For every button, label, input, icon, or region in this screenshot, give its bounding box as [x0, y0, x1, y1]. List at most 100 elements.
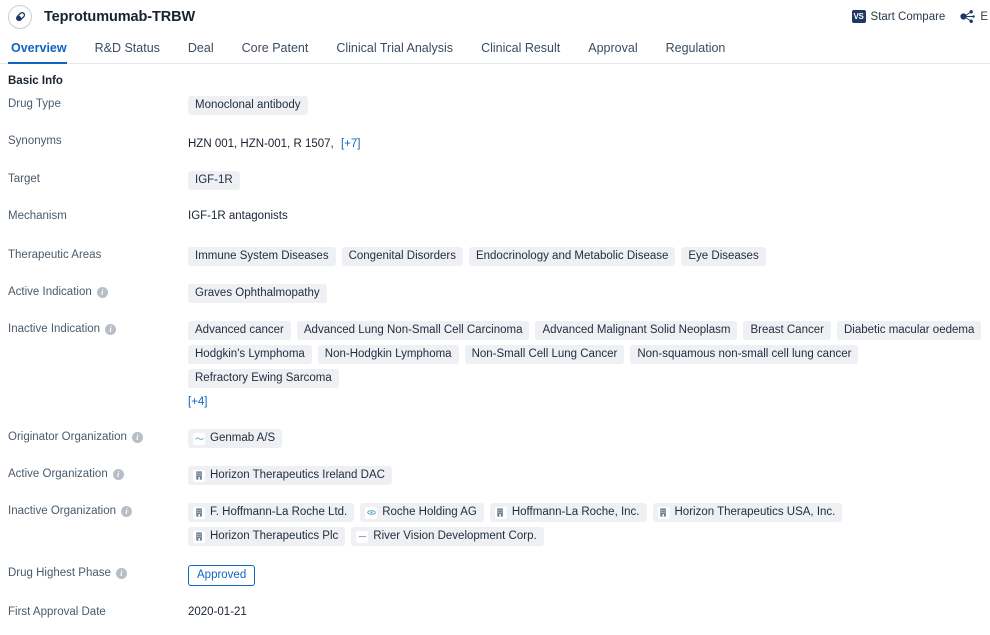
tag-inactive-indication[interactable]: Non-Hodgkin Lymphoma: [317, 345, 459, 364]
tag-inactive-indication[interactable]: Advanced Malignant Solid Neoplasm: [535, 321, 738, 340]
organization-name: F. Hoffmann-La Roche Ltd.: [210, 506, 348, 518]
tag-organization[interactable]: Horizon Therapeutics Plc: [188, 527, 346, 546]
organization-name: Horizon Therapeutics Plc: [210, 530, 339, 542]
tab-clinical-trial-analysis[interactable]: Clinical Trial Analysis: [322, 41, 467, 63]
field-mechanism: Mechanism IGF-1R antagonists: [8, 208, 990, 228]
tab-clinical-result[interactable]: Clinical Result: [467, 41, 574, 63]
tag-inactive-indication[interactable]: Advanced Lung Non-Small Cell Carcinoma: [296, 321, 530, 340]
info-icon[interactable]: i: [115, 567, 127, 579]
field-value: Graves Ophthalmopathy: [188, 284, 990, 303]
tab-regulation[interactable]: Regulation: [652, 41, 740, 63]
originator-organization-label: Originator Organization: [8, 431, 127, 443]
tag-organization[interactable]: Horizon Therapeutics USA, Inc.: [652, 503, 843, 522]
tab-approval[interactable]: Approval: [574, 41, 651, 63]
company-building-icon: [193, 530, 205, 543]
info-icon[interactable]: i: [105, 323, 117, 335]
field-inactive-indication: Inactive Indication i Advanced cancer Ad…: [8, 321, 990, 412]
field-value: Monoclonal antibody: [188, 96, 990, 115]
page-title: Teprotumumab-TRBW: [44, 8, 196, 25]
field-target: Target IGF-1R: [8, 171, 990, 191]
tag-therapeutic-area[interactable]: Congenital Disorders: [341, 247, 463, 266]
drug-type-label: Drug Type: [8, 98, 61, 110]
active-indication-label: Active Indication: [8, 286, 92, 298]
status-badge-approved[interactable]: Approved: [188, 565, 256, 586]
page-header: Teprotumumab-TRBW VS Start Compare E: [0, 0, 990, 33]
organization-name: Horizon Therapeutics Ireland DAC: [210, 469, 385, 481]
tag-organization[interactable]: Hoffmann-La Roche, Inc.: [489, 503, 647, 522]
company-building-icon: [657, 506, 670, 519]
tag-active-indication[interactable]: Graves Ophthalmopathy: [188, 284, 327, 303]
mechanism-label: Mechanism: [8, 210, 67, 222]
field-value: Genmab A/S: [188, 429, 990, 448]
organization-name: Hoffmann-La Roche, Inc.: [511, 506, 640, 518]
field-label: Active Organization i: [8, 466, 188, 480]
start-compare-button[interactable]: VS Start Compare: [851, 10, 946, 23]
company-logo-icon: [193, 432, 205, 445]
tab-deal[interactable]: Deal: [174, 41, 228, 63]
tag-inactive-indication[interactable]: Hodgkin's Lymphoma: [188, 345, 312, 364]
field-label: Therapeutic Areas: [8, 247, 188, 261]
synonyms-text: HZN 001, HZN-001, R 1507,: [188, 138, 334, 150]
tag-organization[interactable]: Horizon Therapeutics Ireland DAC: [188, 466, 392, 485]
tag-organization[interactable]: Roche Holding AG: [360, 503, 484, 522]
field-label: Active Indication i: [8, 284, 188, 298]
tag-therapeutic-area[interactable]: Endocrinology and Metabolic Disease: [468, 247, 676, 266]
field-label: Drug Highest Phase i: [8, 565, 188, 579]
field-active-indication: Active Indication i Graves Ophthalmopath…: [8, 284, 990, 304]
share-button[interactable]: E: [959, 9, 988, 24]
overview-content: Basic Info Drug Type Monoclonal antibody…: [0, 64, 990, 624]
field-value: Immune System Diseases Congenital Disord…: [188, 247, 990, 266]
field-label: Target: [8, 171, 188, 185]
company-logo-icon: [365, 506, 378, 519]
target-label: Target: [8, 173, 40, 185]
synonyms-more-link[interactable]: [+7]: [341, 138, 361, 150]
tag-organization[interactable]: F. Hoffmann-La Roche Ltd.: [188, 503, 355, 522]
info-icon[interactable]: i: [131, 431, 143, 443]
share-network-icon: [959, 9, 976, 24]
inactive-indication-more-link[interactable]: [+4]: [188, 393, 990, 412]
active-organization-label: Active Organization: [8, 468, 108, 480]
field-inactive-organization: Inactive Organization i F. Hoffmann-La R…: [8, 503, 990, 546]
synonyms-label: Synonyms: [8, 135, 62, 147]
tab-overview[interactable]: Overview: [8, 41, 81, 64]
mechanism-value: IGF-1R antagonists: [188, 210, 288, 222]
tag-organization[interactable]: River Vision Development Corp.: [351, 527, 544, 546]
tag-target[interactable]: IGF-1R: [188, 171, 240, 190]
tag-organization[interactable]: Genmab A/S: [188, 429, 283, 448]
inactive-indication-label: Inactive Indication: [8, 323, 101, 335]
field-drug-highest-phase: Drug Highest Phase i Approved: [8, 565, 990, 586]
field-originator-organization: Originator Organization i Genmab A/S: [8, 429, 990, 449]
tag-therapeutic-area[interactable]: Immune System Diseases: [188, 247, 336, 266]
info-icon[interactable]: i: [96, 286, 108, 298]
info-icon[interactable]: i: [112, 468, 124, 480]
tag-inactive-indication[interactable]: Non-Small Cell Lung Cancer: [464, 345, 625, 364]
tag-drug-type[interactable]: Monoclonal antibody: [188, 96, 308, 115]
first-approval-date-value: 2020-01-21: [188, 606, 247, 618]
tag-inactive-indication[interactable]: Advanced cancer: [188, 321, 291, 340]
field-value: HZN 001, HZN-001, R 1507, [+7]: [188, 133, 990, 154]
tag-inactive-indication[interactable]: Breast Cancer: [743, 321, 831, 340]
field-value: F. Hoffmann-La Roche Ltd. Roche Holding …: [188, 503, 990, 546]
field-value: Advanced cancer Advanced Lung Non-Small …: [188, 321, 990, 412]
info-icon[interactable]: i: [121, 505, 133, 517]
tab-core-patent[interactable]: Core Patent: [228, 41, 323, 63]
field-label: Originator Organization i: [8, 429, 188, 443]
tag-inactive-indication[interactable]: Non-squamous non-small cell lung cancer: [630, 345, 859, 364]
header-actions: VS Start Compare E: [851, 0, 990, 33]
tag-inactive-indication[interactable]: Diabetic macular oedema: [836, 321, 982, 340]
drug-highest-phase-label: Drug Highest Phase: [8, 567, 111, 579]
field-value: Approved: [188, 565, 990, 586]
tag-inactive-indication[interactable]: Refractory Ewing Sarcoma: [188, 369, 339, 388]
organization-name: Horizon Therapeutics USA, Inc.: [674, 506, 836, 518]
section-title-basic-info: Basic Info: [8, 75, 63, 87]
company-building-icon: [494, 506, 507, 519]
field-label: Inactive Indication i: [8, 321, 188, 335]
company-logo-icon: [356, 530, 369, 543]
tab-rd-status[interactable]: R&D Status: [81, 41, 174, 63]
share-label: E: [980, 10, 988, 23]
field-label: Synonyms: [8, 133, 188, 147]
tag-therapeutic-area[interactable]: Eye Diseases: [681, 247, 766, 266]
field-label: First Approval Date: [8, 604, 188, 618]
start-compare-label: Start Compare: [870, 10, 946, 23]
versus-icon: VS: [851, 10, 866, 23]
